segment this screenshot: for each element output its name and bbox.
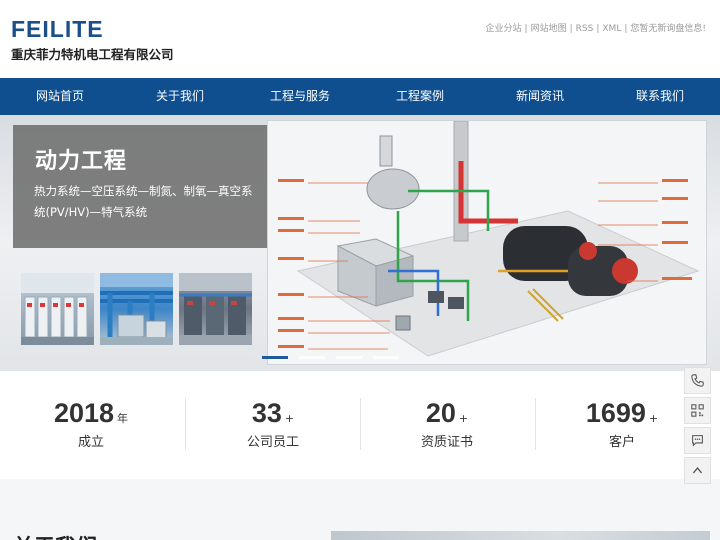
banner-photo-machines — [179, 273, 252, 345]
top-links: 企业分站 | 网站地图 | RSS | XML | 您暂无新询盘信息! — [485, 24, 706, 34]
chat-button[interactable] — [684, 427, 711, 454]
stat-unit: + — [284, 412, 295, 425]
qrcode-icon — [691, 404, 704, 417]
qrcode-button[interactable] — [684, 397, 711, 424]
stat-number: 33 — [251, 398, 282, 428]
nav-item-services[interactable]: 工程与服务 — [240, 78, 360, 115]
stat-certificates: 20 + 资质证书 — [360, 398, 534, 450]
banner-info-box: 动力工程 热力系统—空压系统—制氮、制氧—真空系统(PV/HV)—特气系统 — [13, 125, 269, 248]
banner-photo-cleanroom — [21, 273, 94, 345]
top-link-substation[interactable]: 企业分站 — [486, 24, 522, 34]
top-link-rss[interactable]: RSS — [576, 24, 594, 34]
banner-slide-indicators — [262, 356, 399, 359]
top-link-xml[interactable]: XML — [602, 24, 621, 34]
stat-label: 公司员工 — [246, 435, 299, 450]
company-name: 重庆菲力特机电工程有限公司 — [11, 47, 174, 62]
about-photo — [331, 531, 710, 540]
stat-number: 20 — [425, 398, 456, 428]
stat-employees: 33 + 公司员工 — [186, 398, 360, 450]
stat-unit: + — [458, 412, 469, 425]
hero-banner[interactable]: 动力工程 热力系统—空压系统—制氮、制氧—真空系统(PV/HV)—特气系统 — [0, 115, 720, 371]
main-nav: 网站首页 关于我们 工程与服务 工程案例 新闻资讯 联系我们 — [0, 78, 720, 115]
stat-number: 1699 — [585, 398, 646, 428]
stat-unit: + — [648, 412, 659, 425]
top-link-sitemap[interactable]: 网站地图 — [531, 24, 567, 34]
banner-photo-pipes — [100, 273, 173, 345]
chat-icon — [692, 435, 703, 447]
nav-item-cases[interactable]: 工程案例 — [360, 78, 480, 115]
site-header: FEILITE 重庆菲力特机电工程有限公司 企业分站 | 网站地图 | RSS | XML |… — [0, 0, 720, 78]
stat-customers: 1699 + 客户 — [535, 398, 709, 450]
about-title: 关于我们 — [13, 531, 97, 540]
slide-dot-4[interactable] — [373, 356, 399, 359]
stat-number: 2018 — [53, 398, 115, 428]
nav-item-home[interactable]: 网站首页 — [0, 78, 120, 115]
back-to-top-icon — [692, 467, 703, 474]
stat-founded: 2018 年 成立 — [4, 398, 178, 450]
slide-dot-2[interactable] — [299, 356, 325, 359]
top-link-inquiry[interactable]: 您暂无新询盘信息! — [630, 24, 706, 34]
banner-description: 热力系统—空压系统—制氮、制氧—真空系统(PV/HV)—特气系统 — [34, 184, 253, 219]
banner-title: 动力工程 — [35, 149, 128, 174]
logo[interactable]: FEILITE — [11, 16, 104, 43]
phone-button[interactable] — [684, 367, 711, 394]
nav-item-news[interactable]: 新闻资讯 — [480, 78, 600, 115]
banner-boiler-system-diagram — [267, 120, 707, 365]
slide-dot-1[interactable] — [262, 356, 288, 359]
stat-unit: 年 — [117, 412, 129, 425]
nav-item-contact[interactable]: 联系我们 — [600, 78, 720, 115]
company-stats: 2018 年 成立 33 + 公司员工 20 + 资质证书 1699 + 客户 — [0, 371, 720, 479]
back-to-top-button[interactable] — [684, 457, 711, 484]
nav-item-about[interactable]: 关于我们 — [120, 78, 240, 115]
stat-label: 成立 — [77, 435, 104, 450]
stat-label: 客户 — [608, 435, 635, 450]
phone-icon — [691, 374, 704, 387]
about-section: 关于我们 — [0, 479, 720, 540]
slide-dot-3[interactable] — [336, 356, 362, 359]
stat-label: 资质证书 — [420, 435, 473, 450]
